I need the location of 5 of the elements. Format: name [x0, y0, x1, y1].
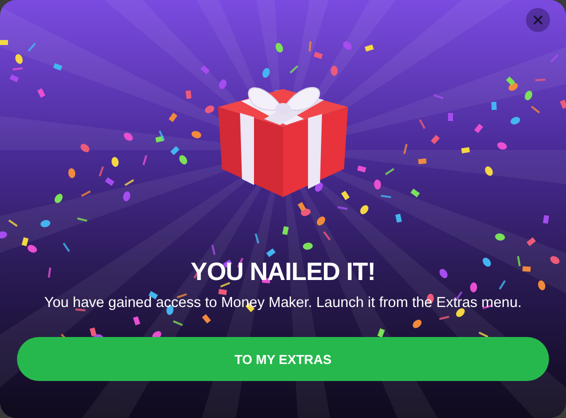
extras-button[interactable]: TO MY EXTRAS: [17, 337, 549, 381]
dialog-title: YOU NAILED IT!: [190, 258, 376, 287]
dialog-message: You have gained access to Money Maker. Launch it from the Extras menu.: [44, 295, 522, 311]
close-icon: [533, 15, 543, 25]
close-button[interactable]: [526, 8, 550, 32]
